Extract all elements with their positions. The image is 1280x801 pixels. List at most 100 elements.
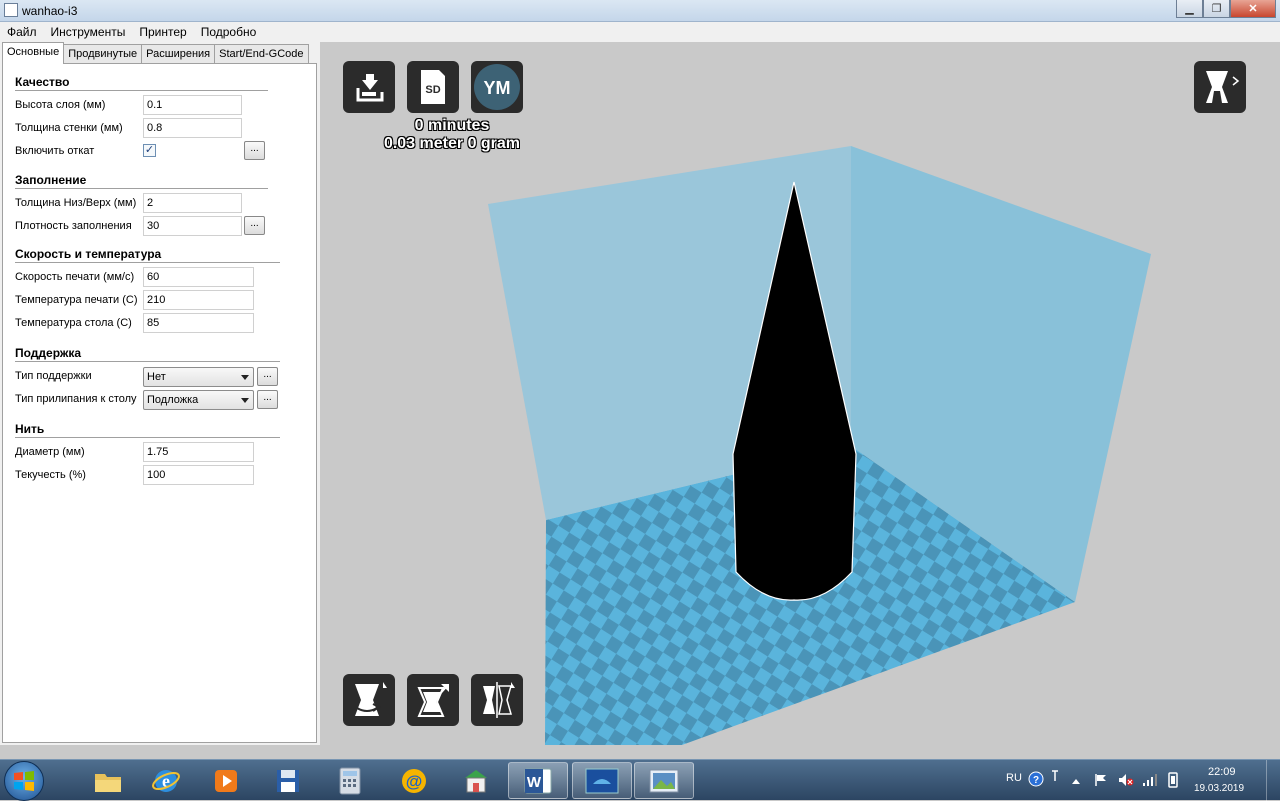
sd-card-icon: SD [421,70,445,104]
view-mode-button[interactable] [1194,61,1246,113]
section-title-support: Поддержка [15,346,82,360]
save-app-icon [277,769,299,792]
scale-button[interactable] [407,674,459,726]
menu-printer[interactable]: Принтер [132,25,193,39]
image-viewer-icon [649,769,679,792]
taskbar-internet-explorer[interactable]: e [136,762,196,799]
layer-height-input[interactable]: 0.1 [143,95,242,115]
close-button[interactable]: ✕ [1230,0,1276,18]
help-icon[interactable]: ? [1028,771,1044,787]
settings-tabs: Основные Продвинутые Расширения Start/En… [2,42,309,64]
dropdown-arrow-icon [241,398,249,403]
wanhao-icon [585,768,619,793]
diameter-input[interactable]: 1.75 [143,442,254,462]
adhesion-type-value: Подложка [147,394,199,406]
internet-explorer-icon: e [152,769,180,792]
flow-input[interactable]: 100 [143,465,254,485]
retraction-settings-button[interactable]: ... [244,141,265,160]
restore-icon: ❐ [1211,3,1222,15]
action-center-flag-icon[interactable] [1094,773,1108,787]
bed-temp-input[interactable]: 85 [143,313,254,333]
fill-settings-button[interactable]: ... [244,216,265,235]
section-divider [15,262,280,263]
section-title-filament: Нить [15,422,45,436]
youmagine-button[interactable]: YM [471,61,523,113]
taskbar-image-viewer[interactable] [634,762,694,799]
support-settings-button[interactable]: ... [257,367,278,386]
section-divider [15,90,268,91]
menu-bar: Файл Инструменты Принтер Подробно [0,22,1280,42]
menu-file[interactable]: Файл [0,25,44,39]
flow-label: Текучесть (%) [15,469,86,481]
menu-tools[interactable]: Инструменты [44,25,133,39]
network-signal-icon[interactable] [1142,773,1158,787]
rotate-button[interactable] [343,674,395,726]
taskbar-calculator[interactable] [320,762,380,799]
maximize-button[interactable]: ❐ [1203,0,1230,18]
tab-gcode[interactable]: Start/End-GCode [214,44,309,64]
support-type-select[interactable]: Нет [143,367,254,387]
bottom-top-thickness-input[interactable]: 2 [143,193,242,213]
taskbar-media-player[interactable] [196,762,256,799]
load-icon [356,74,384,102]
ym-label: YM [484,78,511,98]
explorer-icon [95,773,121,792]
taskbar-word[interactable]: W [508,762,568,799]
rotate-icon [355,682,387,716]
scale-icon [417,684,449,717]
show-hidden-icons-icon[interactable] [1071,777,1081,785]
tab-advanced[interactable]: Продвинутые [63,44,143,64]
adhesion-type-select[interactable]: Подложка [143,390,254,410]
minimize-icon: ▁ [1185,3,1194,15]
svg-text:?: ? [1033,775,1039,786]
app-icon [4,3,18,17]
clock-time[interactable]: 22:09 [1208,766,1236,778]
word-icon: W [524,768,552,793]
power-plug-icon[interactable] [1166,772,1180,788]
save-sd-button[interactable]: SD [407,61,459,113]
adhesion-settings-button[interactable]: ... [257,390,278,409]
3d-viewport[interactable]: SD YM 0 minutes 0.03 meter 0 gram [324,42,1280,745]
store-icon [465,769,487,792]
load-model-button[interactable] [343,61,395,113]
shell-thickness-label: Толщина стенки (мм) [15,122,123,134]
input-settings-icon[interactable] [1050,768,1060,784]
mirror-icon [483,682,515,718]
retraction-checkbox[interactable]: ✓ [143,144,156,157]
view-mode-icon [1206,71,1240,103]
print-speed-label: Скорость печати (мм/с) [15,271,135,283]
mail-icon: @ [402,768,426,793]
show-desktop-button[interactable] [1266,760,1280,801]
svg-text:@: @ [406,772,423,791]
tab-content: Качество Высота слоя (мм) 0.1 Толщина ст… [2,63,317,743]
mirror-button[interactable] [471,674,523,726]
taskbar-wanhao[interactable] [572,762,632,799]
shell-thickness-input[interactable]: 0.8 [143,118,242,138]
youmagine-icon: YM [474,64,520,110]
media-player-icon [215,769,237,792]
tab-basic[interactable]: Основные [2,42,65,64]
language-indicator[interactable]: RU [1006,772,1022,784]
start-button[interactable] [4,761,44,801]
calculator-icon [339,767,361,794]
section-title-speed: Скорость и температура [15,247,162,261]
fill-density-input[interactable]: 30 [143,216,242,236]
minimize-button[interactable]: ▁ [1176,0,1203,18]
svg-text:W: W [527,774,542,791]
clock-date[interactable]: 19.03.2019 [1194,783,1244,794]
menu-expert[interactable]: Подробно [194,25,264,39]
material-usage-status: 0.03 meter 0 gram [383,135,521,152]
volume-muted-icon[interactable] [1118,773,1134,787]
print-temp-label: Температура печати (C) [15,294,138,306]
tab-plugins[interactable]: Расширения [141,44,216,64]
taskbar-mail[interactable]: @ [384,762,444,799]
support-type-label: Тип поддержки [15,370,92,382]
taskbar-store[interactable] [446,762,506,799]
section-title-quality: Качество [15,75,70,89]
taskbar: e @ W RU ? 22:09 19.03.2019 [0,759,1280,801]
window-title: wanhao-i3 [22,4,78,18]
taskbar-save-app[interactable] [258,762,318,799]
print-temp-input[interactable]: 210 [143,290,254,310]
taskbar-explorer[interactable] [78,762,138,799]
print-speed-input[interactable]: 60 [143,267,254,287]
